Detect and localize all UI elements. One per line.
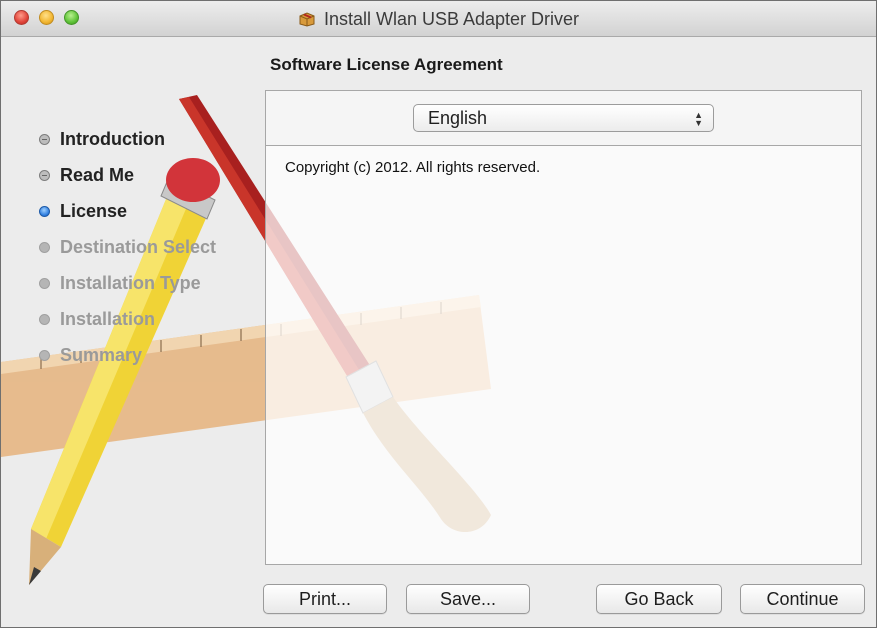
step-destination-select: Destination Select [39, 229, 216, 265]
license-panel: English ▲ ▼ Copyright (c) 2012. All right… [265, 90, 862, 565]
pending-step-icon [39, 277, 50, 289]
step-installation-type: Installation Type [39, 265, 216, 301]
window-title: Install Wlan USB Adapter Driver [323, 8, 580, 29]
pending-step-icon [39, 349, 50, 361]
language-bar: English ▲ ▼ [266, 91, 861, 146]
sidebar: Introduction Read Me License Destination… [1, 1, 491, 627]
step-label: Read Me [60, 164, 135, 185]
step-label: Introduction [60, 128, 165, 149]
step-label: Installation Type [60, 272, 201, 293]
step-label: Destination Select [60, 236, 217, 257]
step-label: Installation [60, 308, 156, 329]
page-title: Software License Agreement [270, 55, 503, 74]
installer-window: Install Wlan USB Adapter Driver Introduc… [0, 0, 877, 628]
step-label: License [60, 200, 128, 221]
step-introduction: Introduction [39, 121, 216, 157]
step-list: Introduction Read Me License Destination… [39, 121, 216, 373]
continue-button[interactable]: Continue [740, 584, 865, 614]
save-button[interactable]: Save... [406, 584, 530, 614]
step-label: Summary [60, 344, 143, 365]
go-back-button[interactable]: Go Back [596, 584, 722, 614]
print-button[interactable]: Print... [263, 584, 387, 614]
step-license: License [39, 193, 216, 229]
license-text: Copyright (c) 2012. All rights reserved. [285, 159, 541, 176]
pending-step-icon [39, 241, 50, 253]
pending-step-icon [39, 313, 50, 325]
completed-step-icon [39, 133, 50, 145]
language-select-value: English [428, 108, 488, 128]
language-select[interactable]: English ▲ ▼ [413, 104, 714, 132]
step-read-me: Read Me [39, 157, 216, 193]
current-step-icon [39, 205, 50, 217]
select-arrows-icon: ▲ ▼ [694, 110, 703, 128]
package-icon [298, 11, 316, 27]
step-summary: Summary [39, 337, 216, 373]
step-installation: Installation [39, 301, 216, 337]
completed-step-icon [39, 169, 50, 181]
